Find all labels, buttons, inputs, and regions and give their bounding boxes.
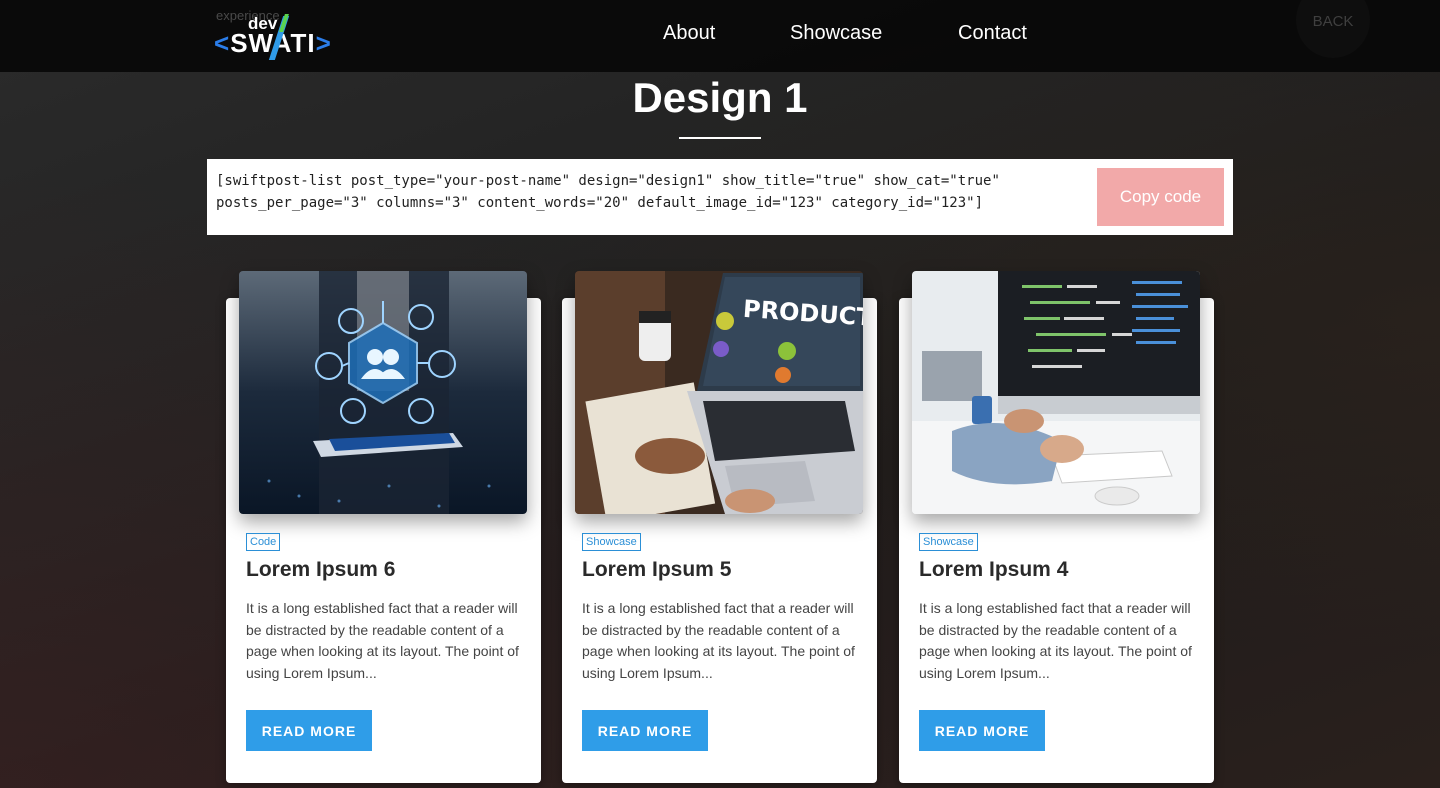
logo-right-bracket: >: [315, 28, 332, 58]
read-more-button[interactable]: READ MORE: [582, 710, 708, 751]
title-underline: [679, 137, 761, 139]
card-excerpt: It is a long established fact that a rea…: [246, 600, 519, 682]
laptop-product-image: PRODUCT: [575, 271, 863, 514]
card-excerpt: It is a long established fact that a rea…: [919, 600, 1192, 682]
card-excerpt: It is a long established fact that a rea…: [582, 600, 855, 682]
card-image[interactable]: [912, 271, 1200, 514]
site-header: experience dev <SWATI> About Showcase Co…: [0, 0, 1440, 72]
nav-contact[interactable]: Contact: [958, 22, 1027, 45]
shortcode-box: [swiftpost-list post_type="your-post-nam…: [207, 159, 1233, 235]
read-more-button[interactable]: READ MORE: [246, 710, 372, 751]
card-title[interactable]: Lorem Ipsum 5: [582, 558, 731, 582]
post-card: Showcase Lorem Ipsum 4 It is a long esta…: [899, 271, 1214, 783]
nav-about[interactable]: About: [663, 22, 715, 45]
card-image[interactable]: PRODUCT: [575, 271, 863, 514]
logo-left-bracket: <: [214, 28, 231, 58]
read-more-button[interactable]: READ MORE: [919, 710, 1045, 751]
card-category-badge[interactable]: Code: [246, 533, 281, 551]
card-category-badge[interactable]: Showcase: [582, 533, 641, 551]
post-card: PRODUCT Showcase Lorem Ipsum 5 It is a l…: [562, 271, 877, 783]
card-title[interactable]: Lorem Ipsum 6: [246, 558, 395, 582]
card-image[interactable]: [239, 271, 527, 514]
nav-showcase[interactable]: Showcase: [790, 22, 882, 45]
logo[interactable]: dev <SWATI>: [214, 12, 334, 60]
shortcode-text[interactable]: [swiftpost-list post_type="your-post-nam…: [216, 170, 1086, 214]
card-title[interactable]: Lorem Ipsum 4: [919, 558, 1068, 582]
back-button[interactable]: BACK: [1296, 0, 1370, 58]
page-title: Design 1: [632, 74, 808, 121]
post-card: Code Lorem Ipsum 6 It is a long establis…: [226, 271, 541, 783]
copy-code-button[interactable]: Copy code: [1097, 168, 1224, 226]
business-network-image: [239, 271, 527, 514]
coding-desk-image: [912, 271, 1200, 514]
card-category-badge[interactable]: Showcase: [919, 533, 978, 551]
